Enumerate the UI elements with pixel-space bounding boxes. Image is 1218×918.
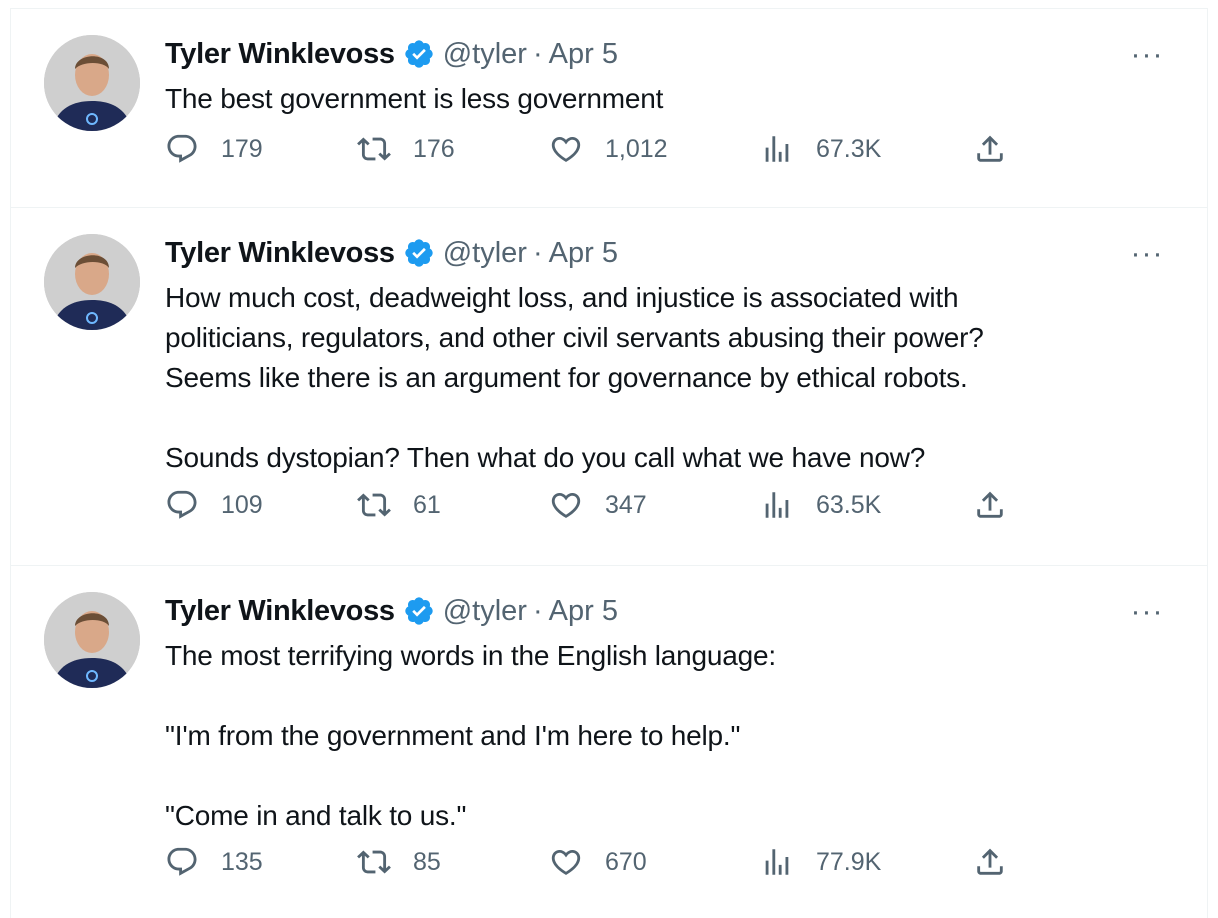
- tweet-line: The most terrifying words in the English…: [165, 640, 776, 671]
- more-icon[interactable]: ···: [1127, 592, 1167, 632]
- tweet-date[interactable]: Apr 5: [549, 237, 618, 270]
- author-handle[interactable]: @tyler: [443, 38, 527, 71]
- tweet-line: The best government is less government: [165, 83, 664, 114]
- tweet-header: Tyler Winklevoss @tyler · Apr 5: [165, 592, 1167, 630]
- like-button[interactable]: 670: [549, 845, 647, 879]
- author-handle[interactable]: @tyler: [443, 237, 527, 270]
- retweet-button[interactable]: 61: [357, 488, 441, 522]
- heart-icon: [551, 136, 581, 162]
- view-count: 67.3K: [816, 134, 882, 163]
- reply-count: 109: [221, 490, 263, 519]
- like-button[interactable]: 347: [549, 488, 647, 522]
- author-name[interactable]: Tyler Winklevoss: [165, 237, 395, 270]
- tweet-header: Tyler Winklevoss @tyler · Apr 5: [165, 234, 1167, 272]
- share-button[interactable]: [973, 488, 1007, 522]
- reply-icon: [167, 847, 197, 876]
- views-icon: [765, 849, 789, 875]
- reply-icon: [167, 490, 197, 519]
- views-button[interactable]: 63.5K: [760, 488, 881, 522]
- retweet-count: 176: [413, 134, 455, 163]
- like-button[interactable]: 1,012: [549, 132, 668, 166]
- avatar[interactable]: [44, 592, 140, 688]
- like-count: 670: [605, 847, 647, 876]
- share-icon: [977, 848, 1003, 875]
- tweet[interactable]: Tyler Winklevoss @tyler · Apr 5 ··· The …: [11, 9, 1207, 208]
- tweet-line: How much cost, deadweight loss, and inju…: [165, 282, 959, 313]
- tweet-date[interactable]: Apr 5: [549, 38, 618, 71]
- avatar[interactable]: [44, 234, 140, 330]
- separator: ·: [532, 236, 543, 269]
- retweet-icon: [357, 137, 391, 161]
- author-handle[interactable]: @tyler: [443, 595, 527, 628]
- retweet-button[interactable]: 176: [357, 132, 455, 166]
- tweet-text: The most terrifying words in the English…: [165, 636, 1167, 836]
- share-icon: [977, 491, 1003, 518]
- tweet-line: "Come in and talk to us.": [165, 800, 467, 831]
- views-button[interactable]: 77.9K: [760, 845, 881, 879]
- tweet-line: politicians, regulators, and other civil…: [165, 322, 984, 353]
- tweet-header: Tyler Winklevoss @tyler · Apr 5: [165, 35, 1167, 73]
- tweet-text: How much cost, deadweight loss, and inju…: [165, 278, 1167, 478]
- views-icon: [765, 136, 789, 162]
- author-name[interactable]: Tyler Winklevoss: [165, 38, 395, 71]
- more-icon[interactable]: ···: [1127, 35, 1167, 75]
- retweet-count: 85: [413, 847, 441, 876]
- tweet-line: Sounds dystopian? Then what do you call …: [165, 442, 926, 473]
- heart-icon: [551, 492, 581, 518]
- retweet-icon: [357, 493, 391, 517]
- reply-button[interactable]: 135: [165, 845, 263, 879]
- verified-badge-icon: [403, 237, 435, 269]
- like-count: 347: [605, 490, 647, 519]
- reply-icon: [167, 134, 197, 163]
- views-icon: [765, 492, 789, 518]
- like-count: 1,012: [605, 134, 668, 163]
- reply-button[interactable]: 109: [165, 488, 263, 522]
- more-icon[interactable]: ···: [1127, 234, 1167, 274]
- reply-count: 179: [221, 134, 263, 163]
- view-count: 77.9K: [816, 847, 882, 876]
- avatar[interactable]: [44, 35, 140, 131]
- view-count: 63.5K: [816, 490, 882, 519]
- author-name[interactable]: Tyler Winklevoss: [165, 595, 395, 628]
- separator: ·: [532, 37, 543, 70]
- share-button[interactable]: [973, 845, 1007, 879]
- reply-button[interactable]: 179: [165, 132, 263, 166]
- tweet-line: "I'm from the government and I'm here to…: [165, 720, 741, 751]
- tweet[interactable]: Tyler Winklevoss @tyler · Apr 5 ··· The …: [11, 566, 1207, 918]
- share-button[interactable]: [973, 132, 1007, 166]
- retweet-button[interactable]: 85: [357, 845, 441, 879]
- tweet-date[interactable]: Apr 5: [549, 595, 618, 628]
- separator: ·: [532, 594, 543, 627]
- verified-badge-icon: [403, 595, 435, 627]
- heart-icon: [551, 849, 581, 875]
- tweet[interactable]: Tyler Winklevoss @tyler · Apr 5 ··· How …: [11, 208, 1207, 566]
- retweet-icon: [357, 850, 391, 874]
- retweet-count: 61: [413, 490, 441, 519]
- timeline: Tyler Winklevoss @tyler · Apr 5 ··· The …: [10, 8, 1208, 918]
- tweet-text: The best government is less government: [165, 79, 1167, 119]
- share-icon: [977, 135, 1003, 162]
- views-button[interactable]: 67.3K: [760, 132, 881, 166]
- verified-badge-icon: [403, 38, 435, 70]
- reply-count: 135: [221, 847, 263, 876]
- tweet-line: Seems like there is an argument for gove…: [165, 362, 968, 393]
